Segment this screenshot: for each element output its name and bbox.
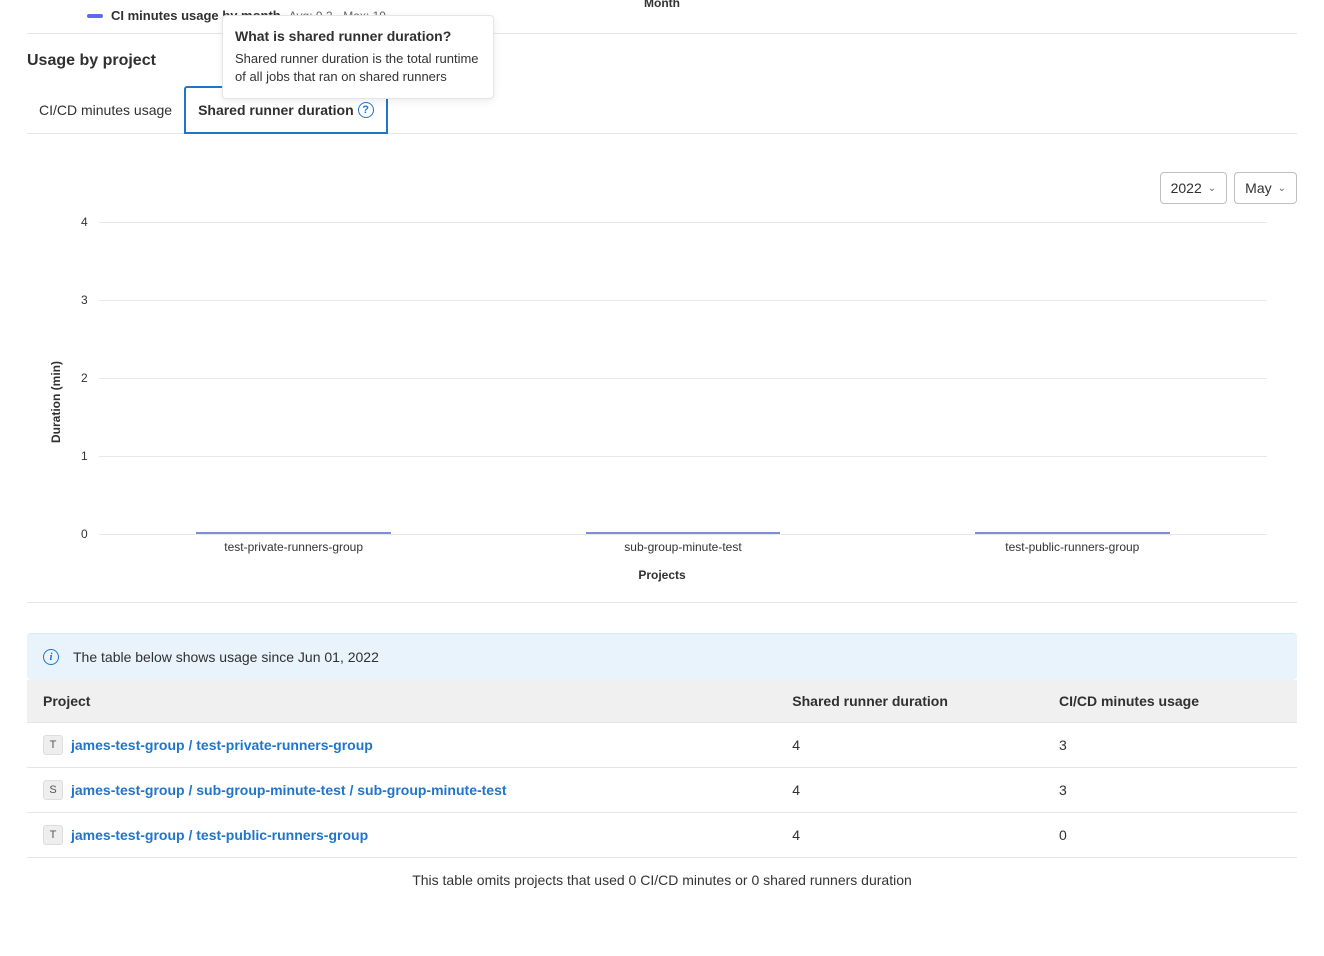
- cell-minutes: 0: [1043, 813, 1297, 858]
- tab-cicd-minutes[interactable]: CI/CD minutes usage: [27, 86, 184, 133]
- y-axis-label: Duration (min): [49, 361, 63, 443]
- cell-duration: 4: [776, 723, 1043, 768]
- filters: 2022 ⌄ May ⌄: [27, 134, 1297, 222]
- y-tick: 3: [81, 293, 88, 307]
- tooltip-title: What is shared runner duration?: [235, 28, 481, 44]
- table-row: T james-test-group / test-private-runner…: [27, 723, 1297, 768]
- project-link[interactable]: james-test-group / test-public-runners-g…: [71, 827, 368, 843]
- x-tick: sub-group-minute-test: [624, 540, 741, 554]
- project-link[interactable]: james-test-group / test-private-runners-…: [71, 737, 373, 753]
- bar-chart: Duration (min) 01234test-private-runners…: [27, 222, 1297, 582]
- col-header-minutes: CI/CD minutes usage: [1043, 680, 1297, 723]
- bar[interactable]: [586, 532, 781, 534]
- avatar: T: [43, 735, 63, 755]
- bar[interactable]: [975, 532, 1170, 534]
- table-row: T james-test-group / test-public-runners…: [27, 813, 1297, 858]
- month-value: May: [1245, 180, 1271, 196]
- info-text: The table below shows usage since Jun 01…: [73, 649, 379, 665]
- y-tick: 2: [81, 371, 88, 385]
- y-tick: 1: [81, 449, 88, 463]
- col-header-project: Project: [27, 680, 776, 723]
- month-dropdown[interactable]: May ⌄: [1234, 172, 1297, 204]
- cell-minutes: 3: [1043, 768, 1297, 813]
- year-dropdown[interactable]: 2022 ⌄: [1160, 172, 1228, 204]
- table-row: S james-test-group / sub-group-minute-te…: [27, 768, 1297, 813]
- tooltip-body: Shared runner duration is the total runt…: [235, 50, 481, 86]
- tooltip: What is shared runner duration? Shared r…: [222, 15, 494, 99]
- x-axis-label: Projects: [27, 568, 1297, 582]
- info-icon: i: [43, 649, 59, 665]
- y-tick: 0: [81, 527, 88, 541]
- section-title: Usage by project: [27, 34, 1297, 86]
- chevron-down-icon: ⌄: [1208, 183, 1216, 194]
- cell-duration: 4: [776, 813, 1043, 858]
- tab-label: Shared runner duration: [198, 102, 354, 118]
- avatar: S: [43, 780, 63, 800]
- y-tick: 4: [81, 215, 88, 229]
- cell-minutes: 3: [1043, 723, 1297, 768]
- cell-duration: 4: [776, 768, 1043, 813]
- tabs: CI/CD minutes usage Shared runner durati…: [27, 86, 1297, 134]
- avatar: T: [43, 825, 63, 845]
- x-tick: test-public-runners-group: [1005, 540, 1139, 554]
- chart-legend: Month CI minutes usage by month Avg: 9.2…: [27, 0, 1297, 33]
- x-tick: test-private-runners-group: [224, 540, 363, 554]
- help-icon[interactable]: ?: [358, 102, 374, 118]
- info-banner: i The table below shows usage since Jun …: [27, 633, 1297, 680]
- bar[interactable]: [196, 532, 391, 534]
- chevron-down-icon: ⌄: [1278, 183, 1286, 194]
- table-footer-note: This table omits projects that used 0 CI…: [27, 858, 1297, 902]
- project-link[interactable]: james-test-group / sub-group-minute-test…: [71, 782, 507, 798]
- usage-table: Project Shared runner duration CI/CD min…: [27, 680, 1297, 858]
- x-axis-month-label: Month: [644, 0, 680, 10]
- col-header-duration: Shared runner duration: [776, 680, 1043, 723]
- legend-swatch: [87, 14, 103, 18]
- year-value: 2022: [1171, 180, 1202, 196]
